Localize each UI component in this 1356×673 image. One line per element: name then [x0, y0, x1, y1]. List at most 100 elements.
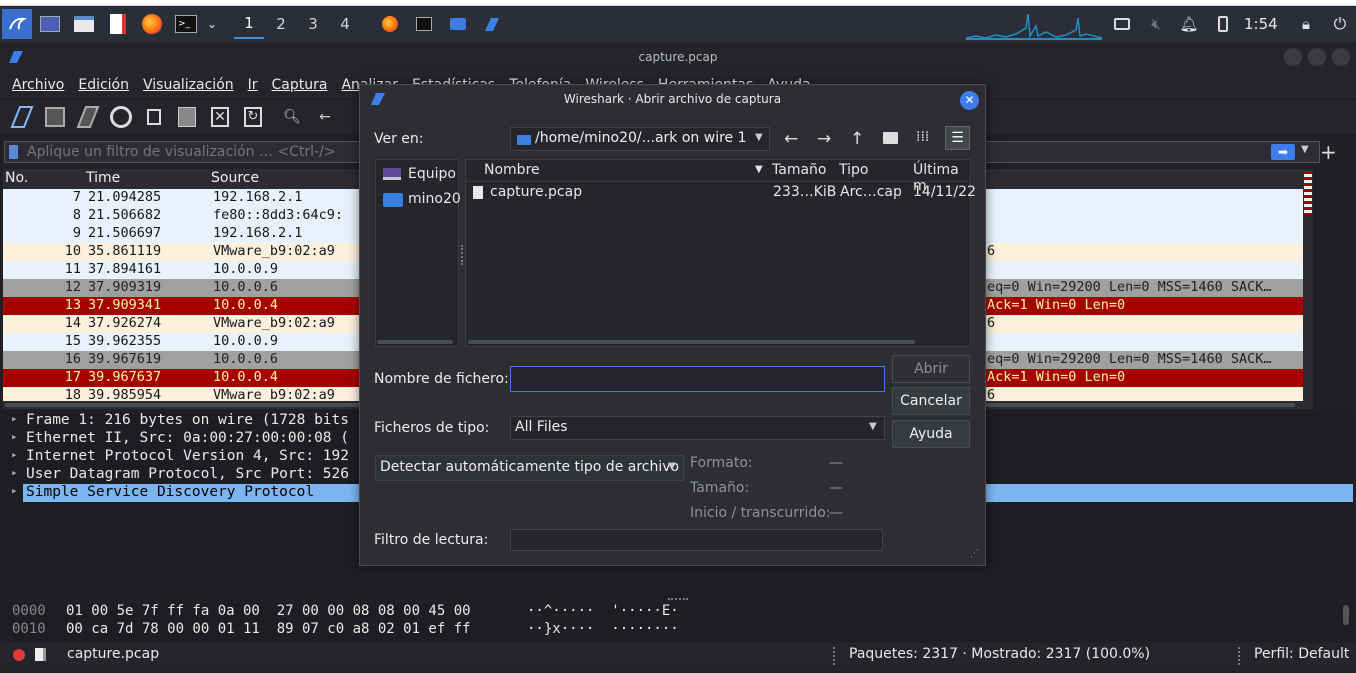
workspace-3[interactable]: 3 — [298, 9, 328, 39]
dialog-close-icon[interactable]: ✕ — [960, 91, 979, 110]
places-scrollbar[interactable] — [377, 340, 453, 344]
maximize-button[interactable] — [1308, 48, 1326, 66]
file-manager-icon[interactable] — [68, 9, 100, 39]
packet-cell-no: 7 — [72, 189, 81, 205]
packet-cell-info: 6 — [987, 243, 996, 259]
column-name[interactable]: Nombre — [484, 162, 540, 178]
pane-splitter[interactable] — [668, 598, 688, 601]
expand-arrow-icon[interactable]: ▸ — [11, 448, 18, 461]
power-icon[interactable]: ⏻ — [1324, 9, 1356, 39]
help-button[interactable]: Ayuda — [892, 420, 970, 448]
filename-input[interactable] — [510, 366, 885, 392]
chevron-down-icon[interactable]: ▼ — [1301, 144, 1309, 155]
restart-capture-icon[interactable] — [74, 103, 102, 131]
packet-cell-no: 13 — [64, 297, 81, 313]
save-file-icon[interactable] — [173, 103, 201, 131]
minimize-button[interactable] — [1284, 48, 1302, 66]
file-list[interactable]: Nombre ▼ Tamaño Tipo Última m capture.pc… — [465, 159, 976, 347]
close-file-icon[interactable]: ✕ — [206, 103, 234, 131]
menu-archivo[interactable]: Archivo — [12, 77, 64, 93]
look-in-combo[interactable]: /home/mino20/...ark on wire 1 ▼ — [510, 127, 770, 151]
workspace-4[interactable]: 4 — [330, 9, 360, 39]
packet-cell-time: 37.909319 — [88, 279, 162, 295]
place-computer[interactable]: Equipo — [381, 165, 461, 185]
start-capture-icon[interactable] — [8, 103, 36, 131]
comment-icon[interactable] — [35, 648, 46, 661]
packet-list-scrollbar[interactable] — [1303, 169, 1313, 401]
cpu-graph — [965, 8, 1103, 40]
packet-cell-no: 14 — [64, 315, 81, 331]
parent-dir-icon[interactable]: ↑ — [850, 129, 864, 149]
stop-capture-icon[interactable] — [41, 103, 69, 131]
reload-file-icon[interactable]: ↻ — [239, 103, 267, 131]
wireshark-task-icon[interactable] — [476, 9, 508, 39]
lock-icon[interactable]: 🔒︎ — [1290, 9, 1322, 39]
format-label: Formato: — [690, 455, 753, 471]
search-icon[interactable]: 🔍︎ — [278, 103, 306, 131]
packet-cell-src: 10.0.0.9 — [213, 261, 279, 277]
cancel-button[interactable]: Cancelar — [892, 387, 970, 415]
firefox-icon[interactable] — [136, 9, 168, 39]
menu-ir[interactable]: Ir — [248, 77, 258, 93]
firefox-task-icon[interactable] — [374, 9, 406, 39]
clock[interactable]: 1:54 — [1244, 15, 1278, 33]
terminal-icon[interactable]: >_ — [170, 9, 202, 39]
forward-icon[interactable]: → — [817, 129, 831, 149]
capture-status-icon[interactable] — [13, 649, 25, 661]
file-list-hscrollbar[interactable] — [468, 340, 915, 344]
workspace-1[interactable]: 1 — [234, 9, 264, 39]
open-button[interactable]: Abrir — [892, 355, 970, 383]
column-type[interactable]: Tipo — [839, 162, 868, 178]
display-icon[interactable] — [1106, 9, 1138, 39]
status-profile[interactable]: Perfil: Default — [1254, 646, 1349, 662]
resize-grip-icon[interactable]: ⋰ — [970, 549, 979, 559]
add-filter-button[interactable]: + — [1320, 140, 1337, 164]
packet-cell-src: VMware_b9:02:a9 — [213, 243, 335, 259]
text-editor-icon[interactable] — [102, 9, 134, 39]
terminal-task-icon[interactable] — [408, 9, 440, 39]
column-size[interactable]: Tamaño — [772, 162, 826, 178]
close-button[interactable] — [1332, 48, 1350, 66]
column-source[interactable]: Source — [211, 170, 259, 186]
expand-arrow-icon[interactable]: ▸ — [11, 430, 18, 443]
packet-bytes[interactable]: 0000 01 00 5e 7f ff fa 0a 00 27 00 00 08… — [3, 603, 1353, 641]
menu-edicion[interactable]: Edición — [78, 77, 129, 93]
back-arrow-icon[interactable]: ← — [311, 103, 339, 131]
capture-options-icon[interactable] — [107, 103, 135, 131]
bell-icon[interactable]: 🔔︎ — [1173, 9, 1205, 39]
file-row[interactable]: capture.pcap 233…KiB Arc…cap 14/11/22 — [466, 183, 976, 203]
show-desktop-icon[interactable] — [34, 9, 66, 39]
detail-view-icon[interactable]: ☰ — [945, 126, 970, 150]
column-time[interactable]: Time — [86, 170, 120, 186]
bytes-scrollbar[interactable] — [1343, 605, 1349, 625]
expand-arrow-icon[interactable]: ▸ — [11, 466, 18, 479]
apply-filter-button[interactable]: ➡ — [1271, 144, 1295, 160]
format-detect-combo[interactable]: Detectar automáticamente tipo de archivo… — [375, 455, 684, 481]
filetype-combo[interactable]: All Files ▼ — [510, 416, 885, 440]
menu-captura[interactable]: Captura — [272, 77, 328, 93]
list-view-icon[interactable]: ⁞⁞⁞ — [916, 129, 929, 145]
expand-arrow-icon[interactable]: ▸ — [11, 412, 18, 425]
kali-menu-icon[interactable] — [2, 9, 32, 39]
folder-task-icon[interactable] — [442, 9, 474, 39]
battery-icon[interactable] — [1207, 9, 1239, 39]
packet-cell-no: 17 — [64, 369, 81, 385]
chevron-down-icon[interactable]: ⌄ — [204, 9, 220, 39]
bookmark-icon[interactable] — [9, 145, 18, 159]
new-folder-icon[interactable] — [883, 132, 898, 144]
splitter-handle[interactable] — [461, 245, 463, 265]
folder-icon — [517, 135, 531, 145]
column-no[interactable]: No. — [5, 170, 28, 186]
menu-visualizacion[interactable]: Visualización — [143, 77, 234, 93]
packet-cell-info: Ack=1 Win=0 Len=0 — [987, 297, 1126, 313]
mute-icon[interactable]: 🔇︎ — [1140, 9, 1172, 39]
read-filter-input[interactable] — [510, 529, 883, 551]
workspace-2[interactable]: 2 — [266, 9, 296, 39]
expand-arrow-icon[interactable]: ▸ — [11, 484, 18, 497]
open-file-icon[interactable] — [140, 103, 168, 131]
back-icon[interactable]: ← — [784, 129, 798, 149]
display-filter-input[interactable] — [27, 144, 357, 160]
sort-chevron-icon[interactable]: ▼ — [755, 164, 763, 175]
status-file: capture.pcap — [67, 646, 160, 662]
place-home[interactable]: mino20 — [381, 190, 461, 210]
